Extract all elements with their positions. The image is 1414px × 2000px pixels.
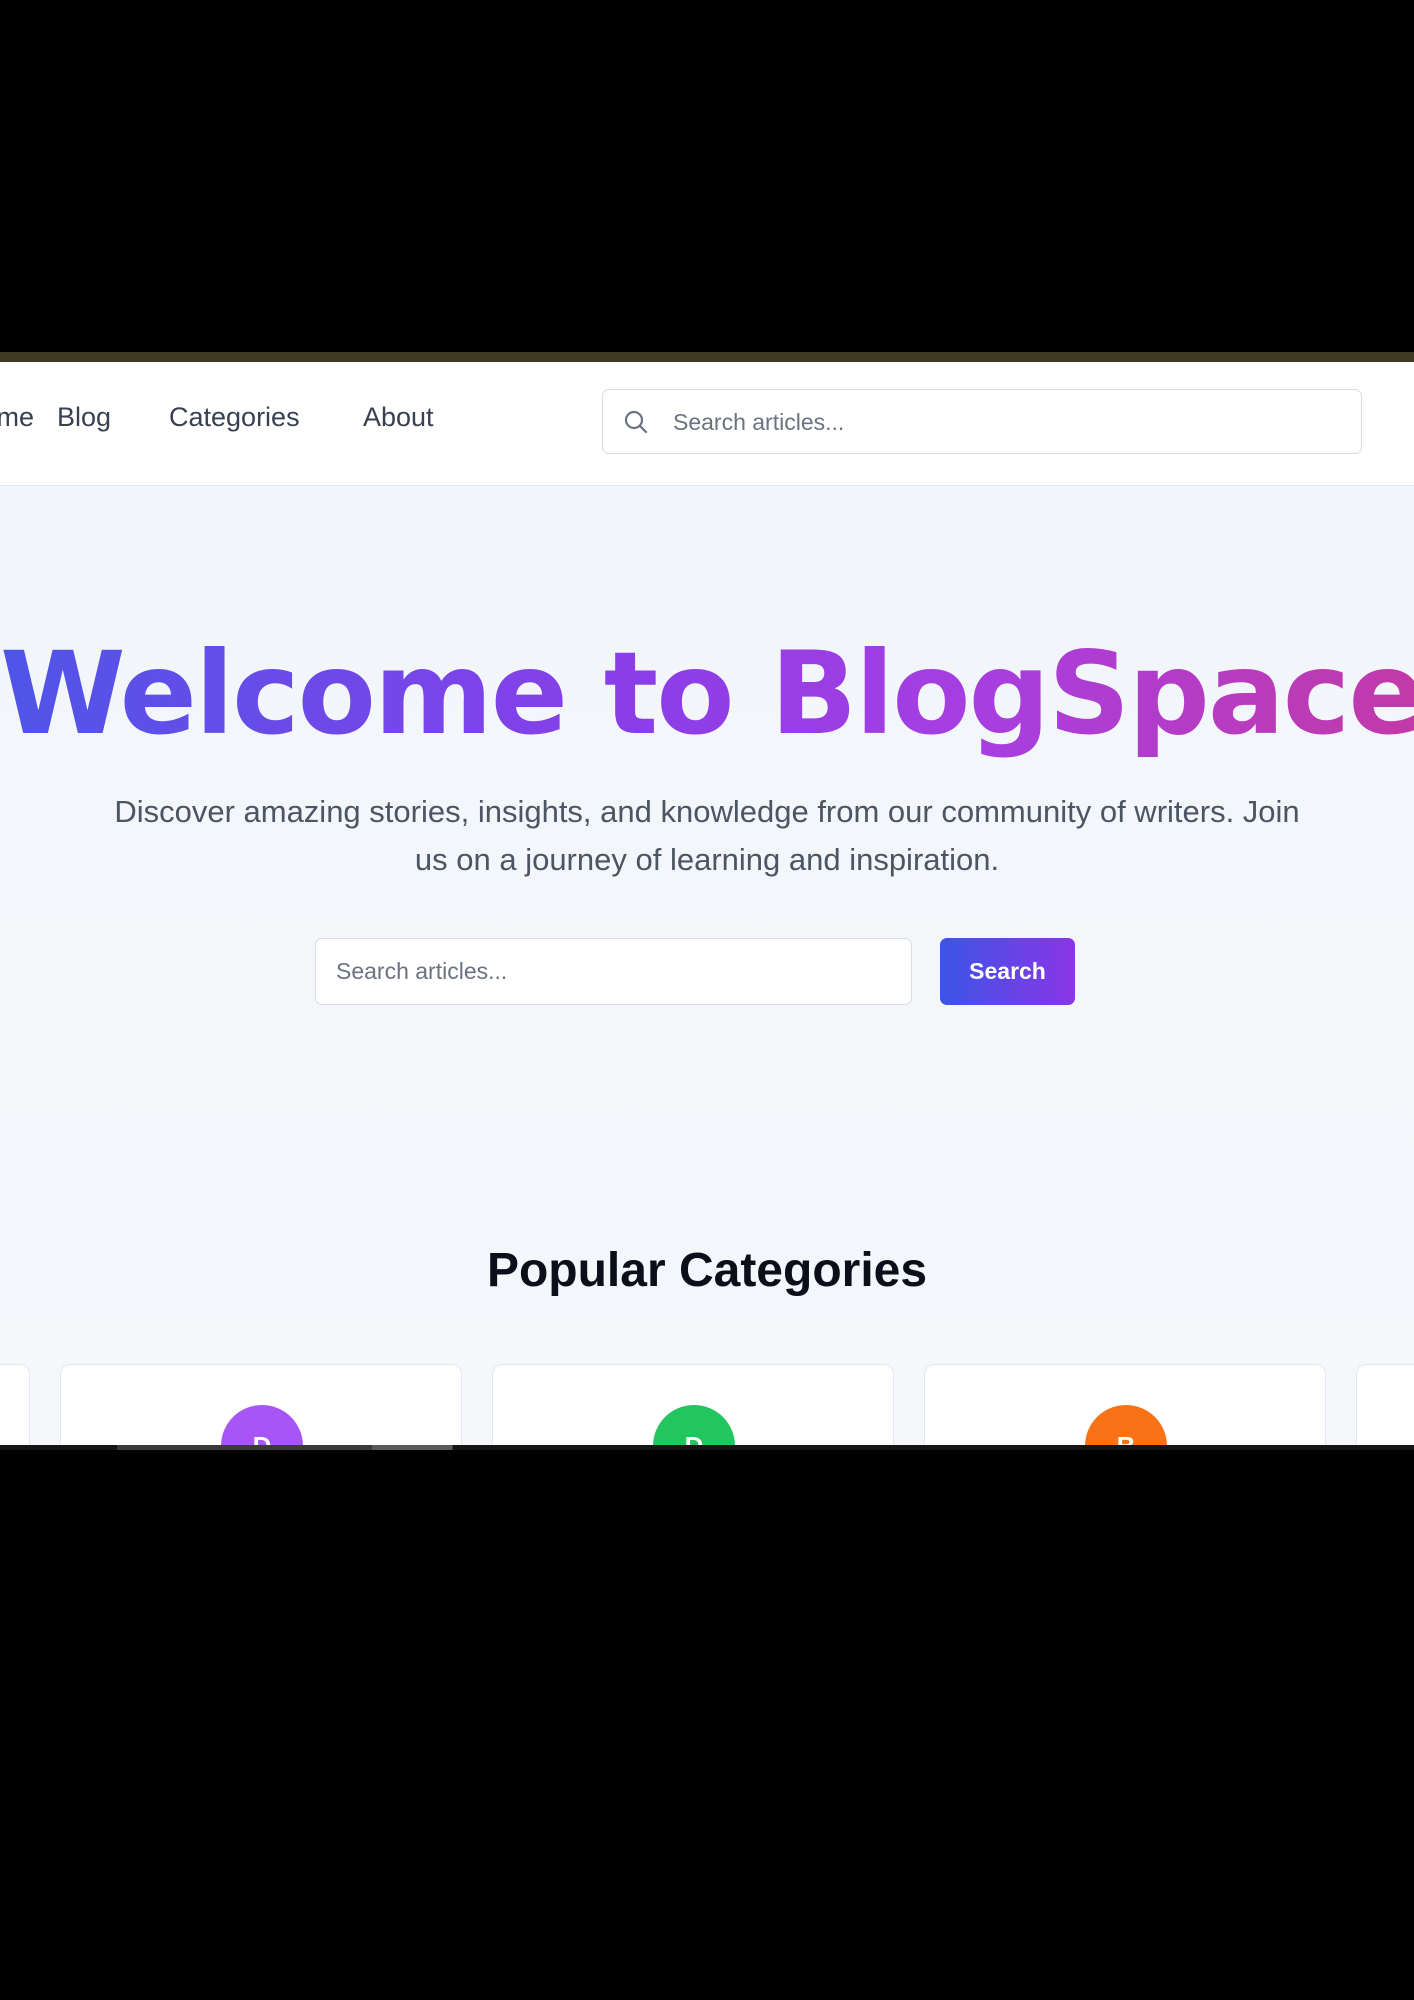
category-card[interactable]: D: [60, 1364, 462, 1450]
browser-viewport: Home Blog Categories About Welcome to Bl…: [0, 352, 1414, 1450]
window-top-bar: [0, 352, 1414, 362]
hero-search-button[interactable]: Search: [940, 938, 1075, 1005]
nav-link-blog[interactable]: Blog: [57, 402, 111, 433]
nav-link-categories[interactable]: Categories: [169, 402, 300, 433]
nav-link-home[interactable]: Home: [0, 402, 34, 433]
category-card[interactable]: [0, 1364, 30, 1450]
category-avatar: D: [653, 1405, 735, 1450]
category-avatar: D: [221, 1405, 303, 1450]
hero-title: Welcome to BlogSpace: [0, 627, 1414, 760]
category-card[interactable]: B: [924, 1364, 1326, 1450]
popular-categories-heading: Popular Categories: [486, 1244, 928, 1297]
search-icon: [623, 409, 649, 435]
navbar: Home Blog Categories About: [0, 362, 1414, 486]
hero-subtitle: Discover amazing stories, insights, and …: [114, 794, 1300, 877]
category-card[interactable]: [1356, 1364, 1414, 1450]
nav-search-input[interactable]: [671, 390, 1355, 455]
nav-link-about[interactable]: About: [363, 402, 434, 433]
hero-search-input[interactable]: [315, 938, 912, 1005]
nav-search-box[interactable]: [602, 389, 1362, 455]
category-avatar: B: [1085, 1405, 1167, 1450]
category-card[interactable]: D: [492, 1364, 894, 1450]
hero-section: Welcome to BlogSpace Discover amazing st…: [0, 486, 1414, 1450]
scrollbar-thumb-highlight: [372, 1445, 452, 1450]
